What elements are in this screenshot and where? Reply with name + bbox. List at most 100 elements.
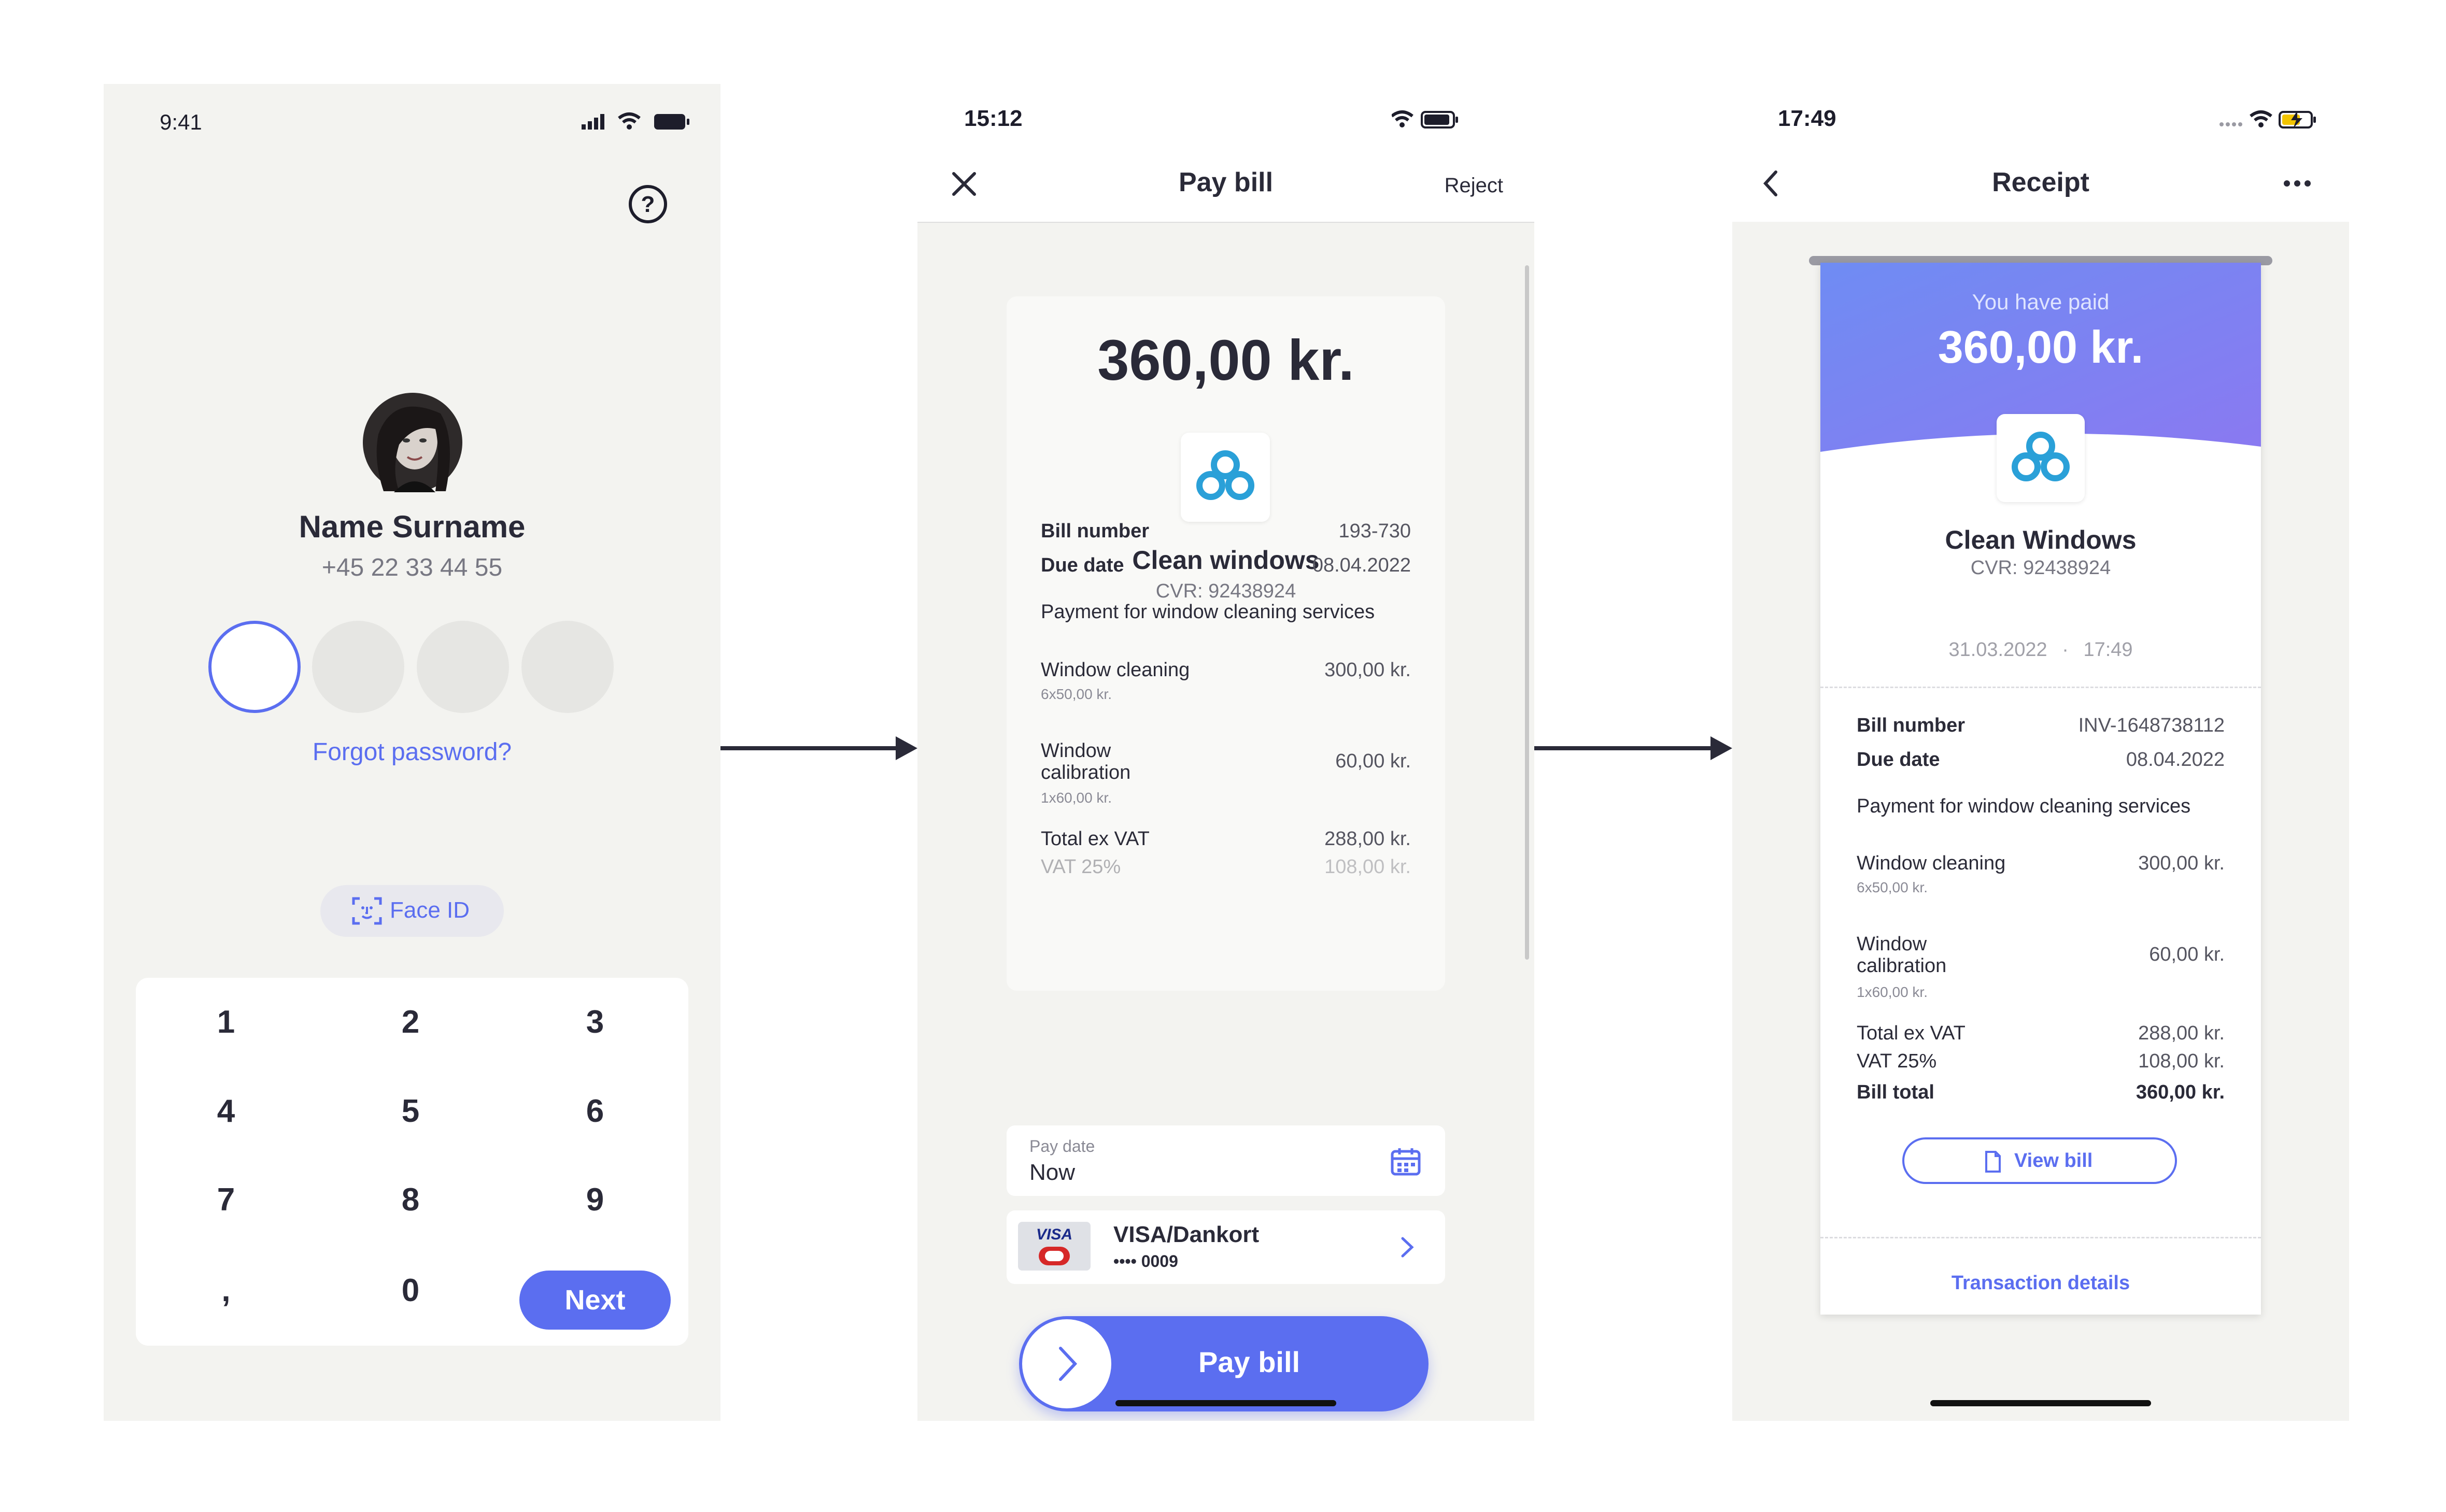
document-icon [1985, 1151, 2001, 1173]
item-name: Window calibration [1857, 933, 1947, 977]
payment-datetime: 31.03.2022 · 17:49 [1820, 639, 2261, 661]
pin-dot-3 [417, 621, 509, 713]
card-brand: VISA [1036, 1226, 1073, 1243]
receipt-screen: 17:49 Receipt You have paid 360,00 kr. C… [1732, 84, 2349, 1421]
total-ex-vat-label: Total ex VAT [1857, 1022, 1966, 1044]
flow-arrow-1 [720, 746, 897, 750]
key-9[interactable]: 9 [517, 1181, 673, 1218]
status-time: 17:49 [1778, 106, 1836, 131]
key-comma[interactable]: , [148, 1272, 304, 1309]
payment-date: 31.03.2022 [1948, 639, 2047, 661]
key-0[interactable]: 0 [333, 1272, 488, 1309]
user-phone: +45 22 33 44 55 [321, 554, 503, 581]
forgot-password-link[interactable]: Forgot password? [104, 738, 720, 766]
total-ex-vat-label: Total ex VAT [1041, 828, 1150, 850]
bill-description: Payment for window cleaning services [1041, 601, 1375, 623]
item-quantity: 1x60,00 kr. [1041, 790, 1112, 806]
signal-wifi-battery-icon [582, 112, 689, 130]
bill-card: 360,00 kr. Clean windows CVR: 92438924 B… [1007, 296, 1445, 991]
total-ex-vat-value: 288,00 kr. [2138, 1022, 2225, 1044]
chevron-right-icon [1059, 1347, 1078, 1381]
help-icon[interactable]: ? [627, 183, 669, 227]
paid-label: You have paid [1972, 290, 2110, 314]
due-date-label: Due date [1041, 554, 1124, 576]
flow-arrow-2 [1534, 746, 1712, 750]
dankort-icon [1039, 1247, 1070, 1265]
status-icons [2219, 109, 2328, 132]
next-button[interactable]: Next [519, 1271, 671, 1330]
flow-arrow-1-head [896, 736, 917, 760]
chevron-right-icon [1396, 1234, 1417, 1263]
pay-bill-label: Pay bill [1198, 1346, 1300, 1378]
separator-dot: · [2062, 639, 2069, 661]
key-8[interactable]: 8 [333, 1181, 488, 1218]
pin-dot-2 [312, 621, 404, 713]
flow-arrow-2-head [1710, 736, 1732, 760]
pay-date-label: Pay date [1029, 1137, 1095, 1156]
bill-total-label: Bill total [1857, 1081, 1934, 1103]
key-1[interactable]: 1 [148, 1004, 304, 1040]
receipt-divider [1820, 687, 2261, 688]
more-icon[interactable] [2282, 178, 2313, 191]
item-quantity: 6x50,00 kr. [1857, 879, 1928, 895]
face-id-icon [351, 895, 383, 929]
avatar [363, 393, 462, 495]
merchant-logo [1997, 414, 2085, 502]
item-amount: 300,00 kr. [1324, 659, 1411, 681]
merchant-logo [1181, 433, 1270, 522]
key-2[interactable]: 2 [333, 1004, 488, 1040]
pay-bill-screen: 15:12 Pay bill Reject 360,00 kr. Clean w… [917, 84, 1534, 1421]
key-3[interactable]: 3 [517, 1004, 673, 1040]
vat-value: 108,00 kr. [1324, 856, 1411, 878]
svg-text:?: ? [641, 192, 655, 217]
status-time: 15:12 [964, 106, 1023, 131]
due-date-value: 08.04.2022 [2126, 749, 2225, 771]
item-name: Window cleaning [1857, 852, 2006, 874]
pay-bill-footer: Pay date Now VISA VISA/Dankort •••• 0009… [917, 991, 1522, 1421]
pin-dot-4 [521, 621, 614, 713]
swipe-handle[interactable] [1022, 1319, 1111, 1408]
page-title: Receipt [1992, 167, 2089, 197]
bill-number-value: INV-1648738112 [2078, 715, 2225, 736]
item-quantity: 1x60,00 kr. [1857, 984, 1928, 1000]
cloud-logo-icon [2012, 432, 2070, 481]
home-indicator [1115, 1400, 1336, 1406]
status-time: 9:41 [160, 110, 202, 134]
pin-dot-1 [208, 621, 301, 713]
key-6[interactable]: 6 [517, 1093, 673, 1130]
face-id-label: Face ID [390, 897, 470, 923]
vat-label: VAT 25% [1857, 1050, 1937, 1072]
pay-bill-header [917, 84, 1534, 223]
reject-button[interactable]: Reject [1445, 174, 1503, 197]
pay-bill-button[interactable]: Pay bill [1019, 1316, 1429, 1411]
view-bill-button[interactable]: View bill [1902, 1137, 2177, 1184]
status-icons [1391, 109, 1495, 132]
receipt-header [1732, 84, 2349, 222]
page-title: Pay bill [1178, 167, 1274, 197]
payment-card-selector[interactable]: VISA VISA/Dankort •••• 0009 [1007, 1210, 1445, 1284]
merchant-name: Clean Windows [1945, 525, 2137, 554]
transaction-details-link[interactable]: Transaction details [1820, 1272, 2261, 1294]
receipt-divider [1820, 1237, 2261, 1238]
key-7[interactable]: 7 [148, 1181, 304, 1218]
item-name: Window calibration [1041, 740, 1131, 783]
visa-card-icon: VISA [1018, 1222, 1091, 1271]
face-id-button[interactable]: Face ID [320, 885, 504, 937]
paid-amount: 360,00 kr. [1938, 321, 2144, 373]
item-amount: 60,00 kr. [1335, 750, 1411, 772]
due-date-value: 08.04.2022 [1312, 554, 1411, 576]
pay-date-field[interactable]: Pay date Now [1007, 1125, 1445, 1196]
pay-date-value: Now [1029, 1160, 1076, 1185]
scrollbar[interactable] [1525, 265, 1529, 960]
item-name: Window cleaning [1041, 659, 1190, 681]
home-indicator [1930, 1400, 2151, 1406]
key-4[interactable]: 4 [148, 1093, 304, 1130]
calendar-icon[interactable] [1390, 1146, 1421, 1180]
bill-number-label: Bill number [1041, 520, 1150, 542]
total-ex-vat-value: 288,00 kr. [1324, 828, 1411, 850]
merchant-cvr: CVR: 92438924 [1155, 580, 1296, 602]
key-5[interactable]: 5 [333, 1093, 488, 1130]
bill-number-value: 193-730 [1338, 520, 1411, 542]
login-screen: 9:41 ? Name Surname +45 22 33 44 55 Forg… [104, 84, 720, 1421]
merchant-cvr: CVR: 92438924 [1970, 557, 2111, 579]
